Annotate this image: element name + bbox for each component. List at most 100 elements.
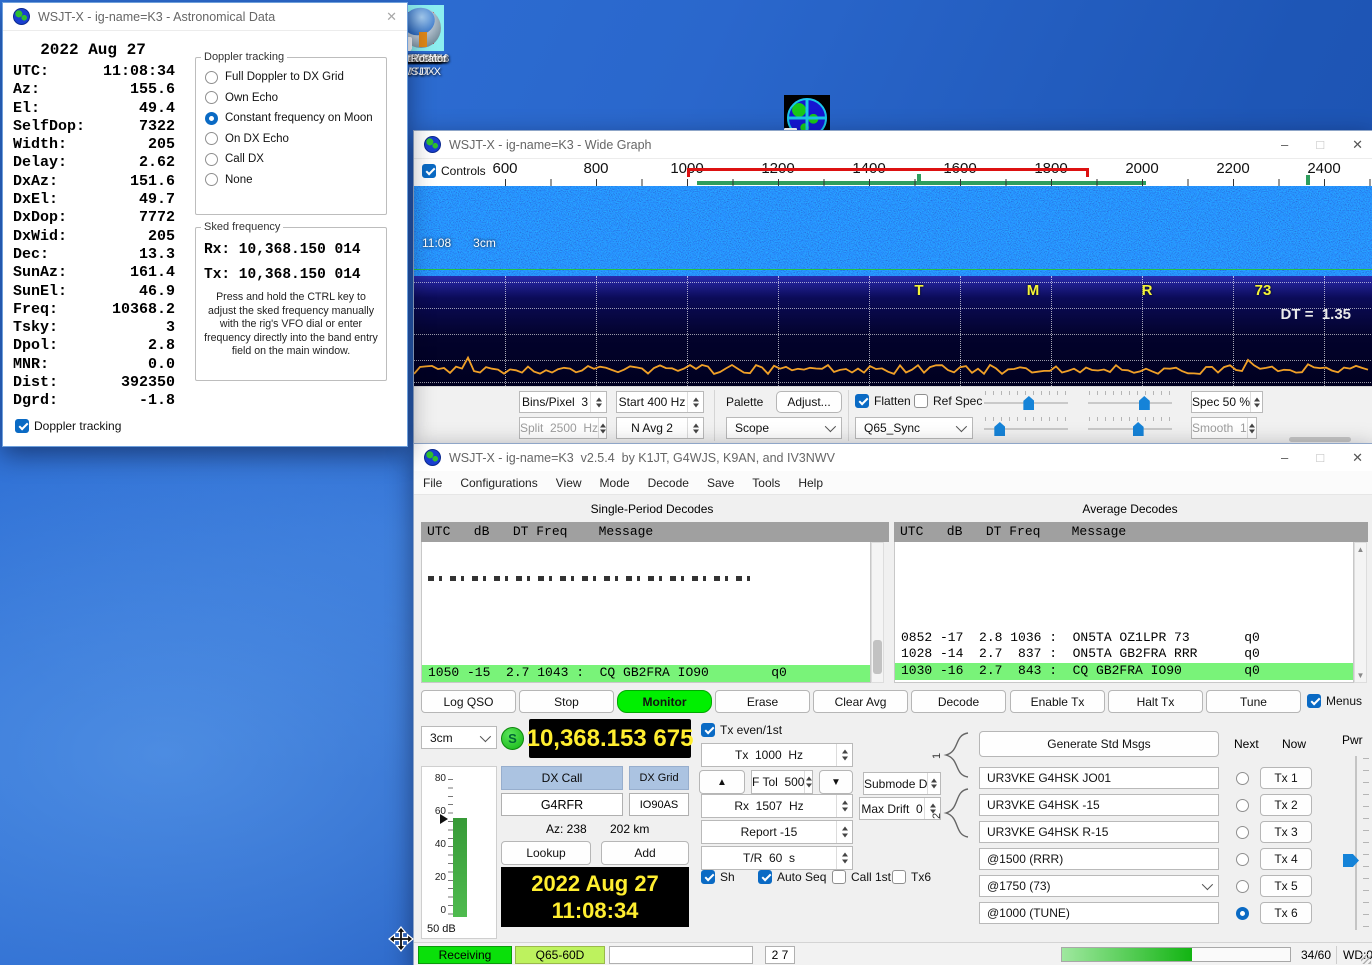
scrollbar-thumb[interactable] (873, 640, 882, 674)
decode-row[interactable]: 1028 -14 2.7 837 : ON5TA GB2FRA RRR q0 (895, 646, 1353, 663)
adjust-palette-button[interactable]: Adjust... (776, 391, 842, 413)
dx-grid-field[interactable]: IO90AS (629, 793, 689, 816)
tx6-checkbox[interactable]: Tx6 (892, 870, 931, 884)
ftol-down-button[interactable]: ▼ (819, 770, 853, 794)
left-table-scrollbar[interactable] (871, 542, 884, 683)
next-radio[interactable] (1236, 853, 1249, 866)
tx-message-field[interactable]: @1000 (TUNE) (979, 902, 1219, 924)
smooth-spinner[interactable]: Smooth 1 (1191, 417, 1257, 439)
next-radio[interactable] (1236, 826, 1249, 839)
minimize-icon[interactable]: – (1281, 138, 1288, 151)
close-icon[interactable]: ✕ (386, 10, 397, 23)
horizontal-scrollbar-thumb[interactable] (1289, 437, 1351, 442)
doppler-option[interactable]: Constant frequency on Moon (205, 112, 386, 125)
doppler-option[interactable]: None (205, 173, 386, 186)
waterfall-gain-slider[interactable] (982, 389, 1070, 411)
split-hz-spinner[interactable]: Split 2500 Hz (519, 417, 607, 439)
decode-row[interactable]: 1050 -15 2.7 1043 : CQ GB2FRA IO90 q0 (422, 665, 870, 682)
ftol-up-button[interactable]: ▲ (699, 770, 745, 794)
main-titlebar[interactable]: WSJT-X - ig-name=K3 v2.5.4 by K1JT, G4WJ… (414, 444, 1372, 472)
waterfall-zero-slider[interactable] (1086, 389, 1174, 411)
start-hz-spinner[interactable]: Start 400 Hz (616, 391, 704, 413)
tx-message-field[interactable]: @1500 (RRR) (979, 848, 1219, 870)
pwr-slider-handle[interactable] (1343, 854, 1359, 867)
tx-freq-spinner[interactable]: Tx 1000 Hz (701, 743, 853, 767)
waterfall[interactable]: 11:08 3cm (414, 186, 1372, 276)
sh-checkbox[interactable]: Sh (701, 870, 735, 884)
menu-item[interactable]: Decode (648, 476, 689, 490)
tx-now-button[interactable]: Tx 1 (1260, 767, 1312, 789)
decode-row[interactable]: 1030 -16 2.7 843 : CQ GB2FRA IO90 q0 (895, 663, 1353, 680)
menu-item[interactable]: View (556, 476, 582, 490)
tx-message-field[interactable]: UR3VKE G4HSK JO01 (979, 767, 1219, 789)
tune-button[interactable]: Tune (1206, 690, 1301, 713)
monitor-button[interactable]: Monitor (617, 690, 712, 713)
lookup-button[interactable]: Lookup (501, 841, 591, 865)
tx-now-button[interactable]: Tx 6 (1260, 902, 1312, 924)
menu-item[interactable]: Save (707, 476, 734, 490)
pwr-slider[interactable] (1339, 752, 1371, 934)
tx-now-button[interactable]: Tx 2 (1260, 794, 1312, 816)
auto-seq-checkbox[interactable]: Auto Seq (758, 870, 826, 884)
add-button[interactable]: Add (601, 841, 689, 865)
wide-graph-titlebar[interactable]: WSJT-X - ig-name=K3 - Wide Graph – □ ✕ (414, 131, 1372, 159)
tr-period-spinner[interactable]: T/R 60 s (701, 846, 853, 870)
dx-call-field[interactable]: G4RFR (501, 793, 623, 816)
spec-percent-spinner[interactable]: Spec 50 % (1191, 391, 1263, 413)
tx-now-button[interactable]: Tx 5 (1260, 875, 1312, 897)
tx-now-button[interactable]: Tx 4 (1260, 848, 1312, 870)
maximize-icon[interactable]: □ (1316, 451, 1324, 464)
doppler-option[interactable]: On DX Echo (205, 132, 386, 145)
n-avg-spinner[interactable]: N Avg 2 (616, 417, 704, 439)
close-icon[interactable]: ✕ (1352, 138, 1363, 151)
close-icon[interactable]: ✕ (1352, 451, 1363, 464)
single-period-decodes[interactable]: 1050 -15 2.7 1043 : CQ GB2FRA IO90 q0105… (421, 542, 871, 683)
tx-now-button[interactable]: Tx 3 (1260, 821, 1312, 843)
menu-item[interactable]: Tools (752, 476, 780, 490)
ref-spec-checkbox[interactable]: Ref Spec (914, 394, 982, 408)
tx-message-field[interactable]: UR3VKE G4HSK -15 (979, 794, 1219, 816)
report-spinner[interactable]: Report -15 (701, 820, 853, 844)
next-radio[interactable] (1236, 772, 1249, 785)
resize-grip[interactable] (1361, 954, 1371, 964)
doppler-option[interactable]: Full Doppler to DX Grid (205, 71, 386, 84)
palette-select[interactable]: Scope (726, 417, 842, 439)
spectrum-gain-slider[interactable] (982, 415, 1070, 437)
average-decodes[interactable]: 0852 -17 2.8 1036 : ON5TA OZ1LPR 73 q010… (894, 542, 1354, 683)
doppler-option[interactable]: Call DX (205, 153, 386, 166)
astro-titlebar[interactable]: WSJT-X - ig-name=K3 - Astronomical Data … (3, 3, 407, 31)
frequency-scale[interactable]: Controls 600 800 1000 1200 1400 1600 180… (414, 159, 1372, 186)
decode-button[interactable]: Decode (911, 690, 1006, 713)
halt-tx-button[interactable]: Halt Tx (1108, 690, 1203, 713)
tx-even-checkbox[interactable]: Tx even/1st (701, 723, 782, 737)
decode-row[interactable]: 0852 -17 2.8 1036 : ON5TA OZ1LPR 73 q0 (895, 630, 1353, 647)
rx-freq-spinner[interactable]: Rx 1507 Hz (701, 794, 853, 818)
tx-message-field[interactable]: @1750 (73) (979, 875, 1219, 897)
menu-item[interactable]: Help (798, 476, 823, 490)
menus-checkbox[interactable]: Menus (1307, 694, 1362, 708)
stop-button[interactable]: Stop (519, 690, 614, 713)
call-1st-checkbox[interactable]: Call 1st (832, 870, 891, 884)
decode-row[interactable]: 1058 -12 2.8 1444 : DL0EF GB2FRA RRR q0 (895, 680, 1353, 683)
minimize-icon[interactable]: – (1281, 451, 1288, 464)
doppler-option[interactable]: Own Echo (205, 91, 386, 104)
controls-checkbox[interactable]: Controls (422, 164, 486, 178)
erase-button[interactable]: Erase (715, 690, 810, 713)
scroll-up-icon[interactable]: ▲ (1355, 545, 1366, 554)
maximize-icon[interactable]: □ (1316, 138, 1324, 151)
f-tol-spinner[interactable]: F Tol 500 (751, 770, 813, 794)
next-radio[interactable] (1236, 799, 1249, 812)
band-select[interactable]: 3cm (421, 726, 497, 749)
decode-row[interactable]: 1052 -12 2.7 1050 : DL0EF GB2FRA -04 q0 (422, 682, 870, 683)
menu-item[interactable]: File (423, 476, 442, 490)
next-radio[interactable] (1236, 907, 1249, 920)
doppler-tracking-checkbox[interactable]: Doppler tracking (15, 419, 121, 433)
log-qso-button[interactable]: Log QSO (421, 690, 516, 713)
spectrum-plot[interactable]: T M R 73 DT = 1.35 (414, 276, 1372, 386)
menu-item[interactable]: Configurations (460, 476, 537, 490)
max-drift-spinner[interactable]: Max Drift 0 (859, 797, 941, 820)
generate-std-msgs-button[interactable]: Generate Std Msgs (979, 731, 1219, 757)
waterfall-mode-select[interactable]: Q65_Sync (855, 417, 973, 439)
flatten-checkbox[interactable]: Flatten (855, 394, 911, 408)
right-table-scrollbar[interactable]: ▲ ▼ (1354, 542, 1367, 683)
